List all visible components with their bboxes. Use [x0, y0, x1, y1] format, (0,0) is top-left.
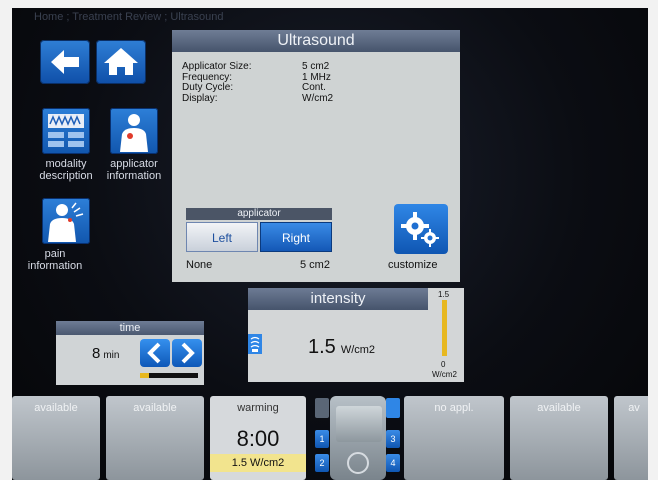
- param-label: Display:: [182, 92, 218, 104]
- applicator-none-label: None: [186, 259, 213, 271]
- applicator-header: applicator: [186, 208, 332, 220]
- scale-unit-label: W/cm2: [432, 370, 457, 379]
- ultrasound-waves-icon: [250, 336, 260, 352]
- applicator-left-button[interactable]: Left: [186, 222, 258, 252]
- param-value: W/cm2: [302, 92, 334, 104]
- time-number: 8: [92, 345, 101, 362]
- ultrasound-waves-icon: [386, 398, 400, 418]
- time-progress-fill: [140, 373, 149, 378]
- back-button[interactable]: [40, 40, 90, 84]
- channel-buttons-left: 1 2: [315, 396, 329, 480]
- gears-icon: [401, 212, 439, 247]
- modality-description-button[interactable]: [42, 108, 90, 154]
- parameter-values: 5 cm2 1 MHz Cont. W/cm2: [302, 61, 382, 104]
- channel-2-button[interactable]: 2: [315, 454, 329, 472]
- intensity-scale: 1.5 0 W/cm2: [432, 288, 462, 382]
- channel-slot[interactable]: available: [510, 396, 608, 480]
- chevron-left-icon: [147, 342, 161, 364]
- time-increase-button[interactable]: [172, 339, 202, 367]
- intensity-unit: W/cm2: [340, 344, 376, 356]
- channel-slot[interactable]: available: [106, 396, 204, 480]
- channel-strip: available available warming 8:00 1.5 W/c…: [12, 396, 648, 480]
- intensity-control: intensity 1.5 W/cm2 1.5 0 W/cm2: [248, 288, 464, 382]
- breadcrumb: Home ; Treatment Review ; Ultrasound: [34, 11, 224, 23]
- channel-slot-active[interactable]: warming 8:00 1.5 W/cm2: [210, 396, 306, 480]
- intensity-number: 1.5: [308, 336, 336, 358]
- ultrasound-waves-icon: [315, 398, 329, 418]
- pain-figure-icon: [48, 202, 84, 242]
- modality-description-label: modality description: [39, 158, 93, 182]
- param-label: Duty Cycle:: [182, 82, 234, 93]
- channel-status: no appl.: [434, 402, 474, 414]
- time-decrease-button[interactable]: [140, 339, 170, 367]
- time-progress-bar: [140, 373, 198, 378]
- parameter-labels: Applicator Size: Frequency: Duty Cycle: …: [182, 61, 302, 104]
- customize-label: customize: [388, 259, 438, 271]
- touch-screen: Home ; Treatment Review ; Ultrasound mod…: [12, 8, 648, 480]
- time-unit: min: [103, 350, 120, 361]
- panel-title: Ultrasound: [172, 30, 460, 52]
- home-icon: [104, 48, 138, 75]
- scale-bar: [442, 300, 447, 356]
- param-label: Applicator Size:: [182, 61, 252, 72]
- home-button[interactable]: [96, 40, 146, 84]
- channel-status: available: [133, 402, 177, 414]
- device-illustration: [330, 396, 386, 480]
- device-bezel: Home ; Treatment Review ; Ultrasound mod…: [0, 0, 658, 480]
- customize-button[interactable]: [394, 204, 448, 254]
- time-header: time: [56, 321, 204, 335]
- channel-buttons-right: 3 4: [386, 396, 400, 480]
- scale-min-label: 0: [441, 360, 446, 369]
- channel-status: warming: [237, 402, 279, 414]
- body-figure-icon: [120, 114, 148, 152]
- pain-information-button[interactable]: [42, 198, 90, 244]
- waveform-icon: [48, 114, 84, 147]
- intensity-adjust-button[interactable]: [248, 334, 262, 354]
- param-value: Cont.: [302, 82, 326, 93]
- applicator-information-button[interactable]: [110, 108, 158, 154]
- channel-slot[interactable]: av: [614, 396, 648, 480]
- pain-information-label: pain information: [27, 248, 83, 272]
- channel-4-button[interactable]: 4: [386, 454, 400, 472]
- param-value: 5 cm2: [302, 61, 330, 72]
- channel-intensity: 1.5 W/cm2: [210, 454, 306, 472]
- time-control: time 8 min: [56, 321, 204, 385]
- channel-status: available: [537, 402, 581, 414]
- applicator-information-label: applicator information: [106, 158, 162, 182]
- channel-time: 8:00: [236, 426, 280, 451]
- channel-3-button[interactable]: 3: [386, 430, 400, 448]
- time-value: 8 min: [92, 345, 119, 362]
- channel-status: available: [34, 402, 78, 414]
- arrow-left-icon: [51, 50, 79, 74]
- channel-slot[interactable]: no appl.: [404, 396, 504, 480]
- chevron-right-icon: [181, 342, 195, 364]
- intensity-header: intensity: [248, 288, 428, 310]
- channel-slot[interactable]: available: [12, 396, 100, 480]
- applicator-right-button[interactable]: Right: [260, 222, 332, 252]
- applicator-size-label: 5 cm2: [300, 259, 330, 271]
- scale-max-label: 1.5: [438, 290, 450, 299]
- device-dial-graphic: [347, 452, 369, 474]
- channel-status: av: [628, 402, 640, 414]
- device-screen-graphic: [336, 406, 382, 442]
- applicator-selector: applicator Left Right: [186, 208, 332, 252]
- channel-1-button[interactable]: 1: [315, 430, 329, 448]
- intensity-value: 1.5 W/cm2: [308, 336, 375, 359]
- ultrasound-panel: Ultrasound Applicator Size: Frequency: D…: [172, 30, 460, 282]
